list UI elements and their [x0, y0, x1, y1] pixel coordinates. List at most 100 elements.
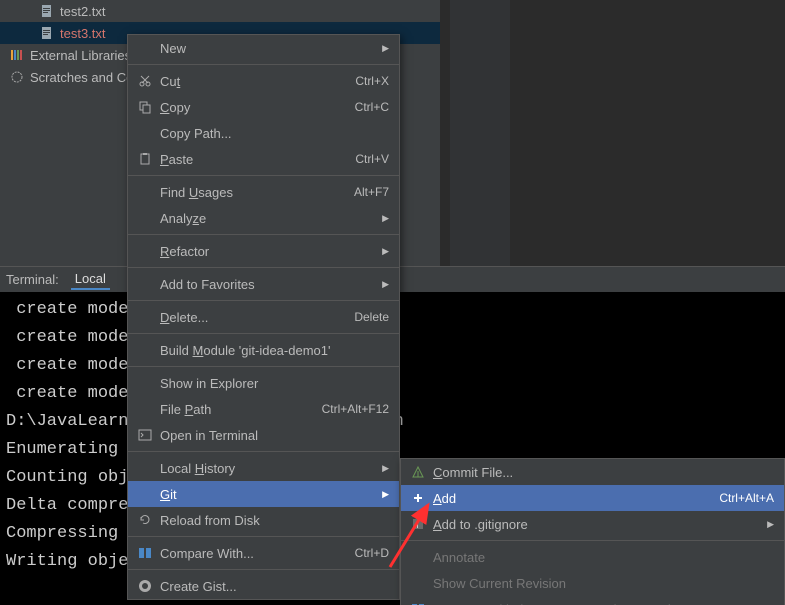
menu-item[interactable]: Build Module 'git-idea-demo1'	[128, 337, 399, 363]
menu-item-label: Add	[427, 491, 719, 506]
menu-separator	[128, 234, 399, 235]
menu-item-label: Compare with the Same Repository Version	[427, 602, 774, 605]
library-icon	[10, 48, 24, 62]
menu-item: Compare with the Same Repository Version	[401, 596, 784, 605]
menu-item: Annotate	[401, 544, 784, 570]
menu-item-label: Find Usages	[154, 185, 354, 200]
submenu-arrow-icon: ▶	[764, 519, 774, 530]
menu-item-label: Cut	[154, 74, 355, 89]
editor-area	[450, 0, 785, 275]
menu-item-shortcut: Ctrl+Alt+F12	[322, 402, 389, 416]
menu-item[interactable]: Find UsagesAlt+F7	[128, 179, 399, 205]
commit-icon	[409, 465, 427, 479]
menu-item-label: Add to .gitignore	[427, 517, 756, 532]
menu-item-shortcut: Ctrl+X	[355, 74, 389, 88]
menu-separator	[401, 540, 784, 541]
reload-icon	[136, 513, 154, 527]
menu-separator	[128, 366, 399, 367]
menu-item[interactable]: Delete...Delete	[128, 304, 399, 330]
menu-item[interactable]: Reload from Disk	[128, 507, 399, 533]
menu-item-shortcut: Ctrl+V	[355, 152, 389, 166]
menu-item-label: Copy	[154, 100, 355, 115]
terminal-icon	[136, 428, 154, 442]
menu-item-label: Show in Explorer	[154, 376, 389, 391]
context-menu: New▶CutCtrl+XCopyCtrl+CCopy Path...Paste…	[127, 34, 400, 600]
menu-item-label: Reload from Disk	[154, 513, 389, 528]
submenu-arrow-icon: ▶	[379, 43, 389, 54]
menu-item-label: Local History	[154, 461, 371, 476]
menu-item-label: Annotate	[427, 550, 774, 565]
menu-item[interactable]: Add to Favorites ▶	[128, 271, 399, 297]
menu-item-label: Git	[154, 487, 371, 502]
menu-item[interactable]: .i Add to .gitignore ▶	[401, 511, 784, 537]
tree-item-label: test2.txt	[60, 4, 106, 19]
gitignore-icon: .i	[409, 517, 427, 531]
menu-item-shortcut: Delete	[354, 310, 389, 324]
git-submenu: Commit File... AddCtrl+Alt+A .i Add to .git…	[400, 458, 785, 605]
file-icon	[40, 26, 54, 40]
menu-item-label: Create Gist...	[154, 579, 389, 594]
menu-item[interactable]: CopyCtrl+C	[128, 94, 399, 120]
menu-separator	[128, 300, 399, 301]
github-icon	[136, 579, 154, 593]
menu-item-label: Show Current Revision	[427, 576, 774, 591]
menu-item[interactable]: Copy Path...	[128, 120, 399, 146]
menu-item[interactable]: File PathCtrl+Alt+F12	[128, 396, 399, 422]
menu-item[interactable]: Show in Explorer	[128, 370, 399, 396]
menu-item[interactable]: Compare With...Ctrl+D	[128, 540, 399, 566]
menu-item-label: New	[154, 41, 371, 56]
menu-item[interactable]: CutCtrl+X	[128, 68, 399, 94]
menu-separator	[128, 569, 399, 570]
menu-item-label: Open in Terminal	[154, 428, 389, 443]
add-icon	[409, 491, 427, 505]
submenu-arrow-icon: ▶	[379, 279, 389, 290]
menu-item[interactable]: Open in Terminal	[128, 422, 399, 448]
tree-item-label: External Libraries	[30, 48, 131, 63]
menu-item-label: Commit File...	[427, 465, 774, 480]
submenu-arrow-icon: ▶	[379, 246, 389, 257]
submenu-arrow-icon: ▶	[379, 489, 389, 500]
menu-item-label: Delete...	[154, 310, 354, 325]
tree-item-file[interactable]: test2.txt	[0, 0, 440, 22]
menu-item-label: Compare With...	[154, 546, 355, 561]
copy-icon	[136, 100, 154, 114]
file-icon	[40, 4, 54, 18]
menu-separator	[128, 175, 399, 176]
menu-item-shortcut: Ctrl+Alt+A	[719, 491, 774, 505]
terminal-tab-local[interactable]: Local	[71, 269, 110, 290]
menu-separator	[128, 451, 399, 452]
menu-item-shortcut: Ctrl+C	[355, 100, 389, 114]
submenu-arrow-icon: ▶	[379, 213, 389, 224]
menu-item-shortcut: Alt+F7	[354, 185, 389, 199]
menu-item-label: Refactor	[154, 244, 371, 259]
menu-item: Show Current Revision	[401, 570, 784, 596]
scratches-icon	[10, 70, 24, 84]
tree-item-label: test3.txt	[60, 26, 106, 41]
menu-separator	[128, 536, 399, 537]
menu-item-label: Add to Favorites	[154, 277, 371, 292]
menu-item[interactable]: Commit File...	[401, 459, 784, 485]
menu-item[interactable]: AddCtrl+Alt+A	[401, 485, 784, 511]
menu-separator	[128, 64, 399, 65]
svg-text:.i: .i	[414, 520, 419, 530]
menu-item[interactable]: PasteCtrl+V	[128, 146, 399, 172]
menu-item-shortcut: Ctrl+D	[355, 546, 389, 560]
cut-icon	[136, 74, 154, 88]
menu-item[interactable]: Analyze ▶	[128, 205, 399, 231]
menu-item-label: Analyze	[154, 211, 371, 226]
menu-item[interactable]: Local History ▶	[128, 455, 399, 481]
paste-icon	[136, 152, 154, 166]
menu-item[interactable]: Git ▶	[128, 481, 399, 507]
menu-item[interactable]: Create Gist...	[128, 573, 399, 599]
menu-item-label: Copy Path...	[154, 126, 389, 141]
menu-item-label: File Path	[154, 402, 322, 417]
terminal-title: Terminal:	[6, 272, 59, 287]
menu-separator	[128, 267, 399, 268]
menu-item[interactable]: New ▶	[128, 35, 399, 61]
menu-item-label: Build Module 'git-idea-demo1'	[154, 343, 389, 358]
menu-item-label: Paste	[154, 152, 355, 167]
submenu-arrow-icon: ▶	[379, 463, 389, 474]
menu-separator	[128, 333, 399, 334]
menu-item[interactable]: Refactor ▶	[128, 238, 399, 264]
diff-icon	[136, 546, 154, 560]
